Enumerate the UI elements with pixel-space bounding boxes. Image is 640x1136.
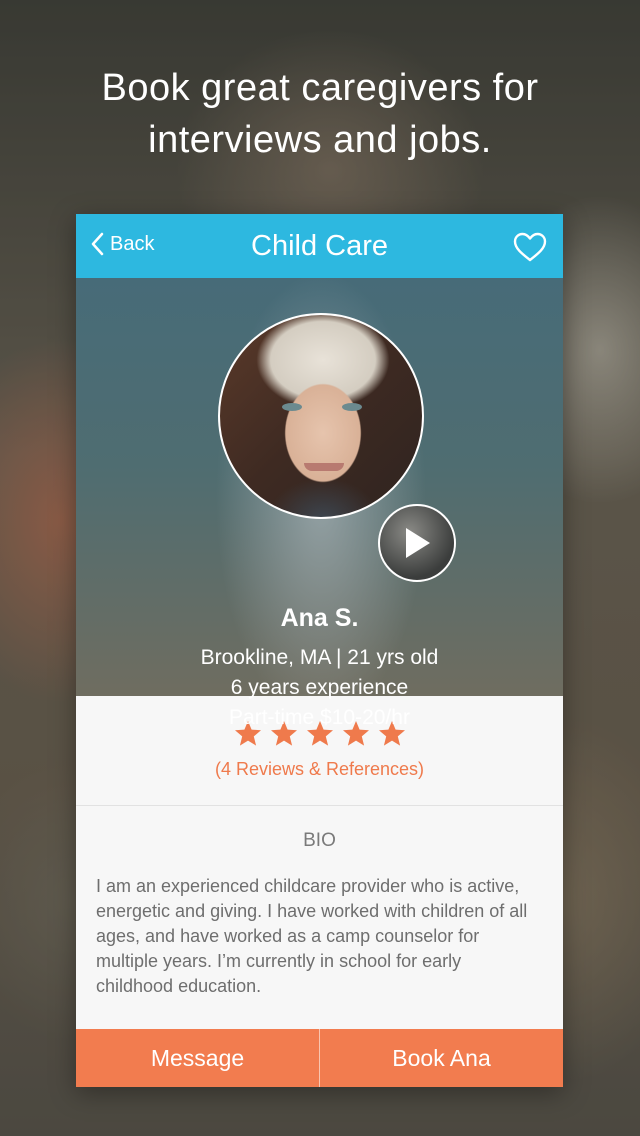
caregiver-avatar [218,313,424,519]
navigation-bar: Back Child Care [76,214,563,278]
caregiver-profile-card: Back Child Care Ana S. Brookline, MA | 2… [76,214,563,1087]
bio-section: BIO I am an experienced childcare provid… [76,830,563,999]
marketing-tagline: Book great caregivers for interviews and… [0,62,640,166]
caregiver-experience: 6 years experience [230,676,409,699]
page-title: Child Care [251,230,388,262]
tagline-line-1: Book great caregivers for [101,67,539,109]
action-bar: Message Book Ana [76,1029,563,1087]
bio-heading: BIO [303,830,336,851]
bio-text: I am an experienced childcare provider w… [96,876,528,996]
avatar-eye-left [282,403,302,411]
caregiver-rate: Part-time $10-20/hr [229,706,410,729]
profile-hero: Ana S. Brookline, MA | 21 yrs old 6 year… [76,278,563,729]
reviews-references-link[interactable]: (4 Reviews & References) [76,759,563,780]
play-video-button[interactable] [378,504,456,582]
book-button[interactable]: Book Ana [319,1029,563,1087]
avatar-eye-right [342,403,362,411]
tagline-line-2: interviews and jobs. [148,119,492,161]
play-icon [406,528,430,558]
message-button[interactable]: Message [76,1029,319,1087]
heart-outline-icon[interactable] [513,232,547,262]
avatar-mouth [304,463,344,471]
caregiver-location-age: Brookline, MA | 21 yrs old [200,646,439,669]
caregiver-name: Ana S. [280,604,359,632]
